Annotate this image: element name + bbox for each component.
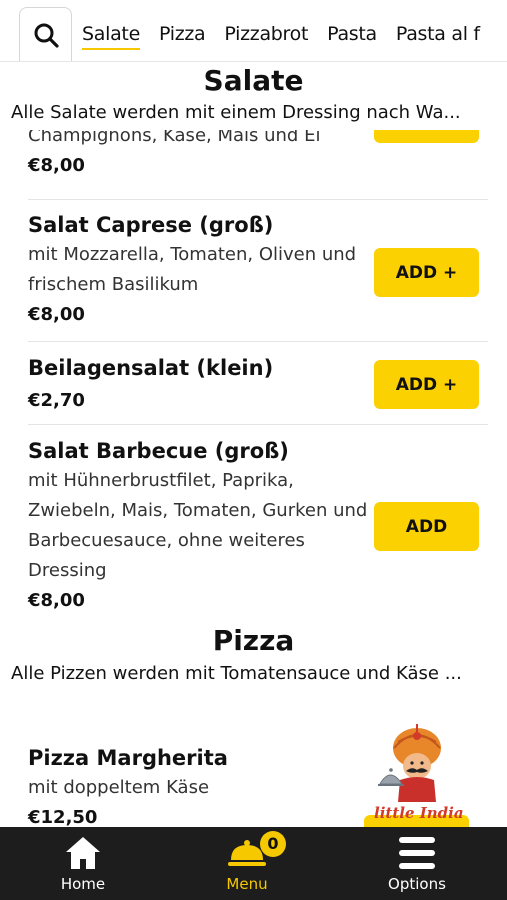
item-price: €8,00 [28, 304, 85, 325]
cart-count-badge: 0 [260, 831, 286, 857]
search-button[interactable] [19, 7, 72, 61]
tab-pasta-al-forno[interactable]: Pasta al f [396, 0, 480, 61]
item-price: €8,00 [28, 590, 85, 611]
tab-salate[interactable]: Salate [82, 0, 140, 61]
item-description: Champignons, Käse, Mais und Ei [28, 130, 321, 146]
tab-pizza[interactable]: Pizza [159, 0, 206, 61]
item-name: Salat Barbecue (groß) [28, 439, 289, 463]
nav-options[interactable]: Options [357, 827, 477, 900]
nav-home-label: Home [60, 875, 106, 893]
category-tabs: Salate Pizza Pizzabrot Pasta Pasta al f [82, 0, 499, 61]
item-description: mit Hühnerbrustfilet, Paprika, Zwiebeln,… [28, 470, 368, 581]
section-description-pizza[interactable]: Alle Pizzen werden mit Tomatensauce und … [11, 663, 496, 684]
logo-wordmark: little India [374, 804, 464, 822]
nav-home[interactable]: Home [23, 827, 143, 900]
add-button[interactable]: ADD [374, 502, 479, 551]
nav-menu[interactable]: Menu [187, 827, 307, 900]
tab-pasta[interactable]: Pasta [327, 0, 377, 61]
menu-content[interactable]: Salate Alle Salate werden mit einem Dres… [0, 62, 507, 827]
add-button[interactable] [374, 130, 479, 143]
bottom-navigation: Home Menu 0 Options [0, 827, 507, 900]
nav-menu-label: Menu [226, 875, 268, 893]
divider [28, 341, 488, 342]
section-description-salate[interactable]: Alle Salate werden mit einem Dressing na… [11, 102, 496, 123]
category-bar: Salate Pizza Pizzabrot Pasta Pasta al f [0, 0, 507, 62]
hamburger-menu-icon [399, 837, 435, 869]
add-button[interactable]: ADD + [374, 248, 479, 297]
divider [28, 424, 488, 425]
item-price: €8,00 [28, 155, 85, 176]
item-name: Salat Caprese (groß) [28, 213, 274, 237]
tab-pizzabrot[interactable]: Pizzabrot [224, 0, 308, 61]
section-title-salate: Salate [203, 64, 304, 97]
nav-options-label: Options [388, 875, 446, 893]
section-title-pizza: Pizza [212, 624, 295, 657]
divider [28, 199, 488, 200]
item-description: mit Mozzarella, Tomaten, Oliven und fris… [28, 244, 357, 295]
add-button[interactable]: ADD + [374, 360, 479, 409]
restaurant-logo: little India [374, 724, 464, 822]
item-description: mit doppeltem Käse [28, 777, 210, 798]
search-icon [34, 23, 59, 48]
home-icon [66, 837, 100, 869]
